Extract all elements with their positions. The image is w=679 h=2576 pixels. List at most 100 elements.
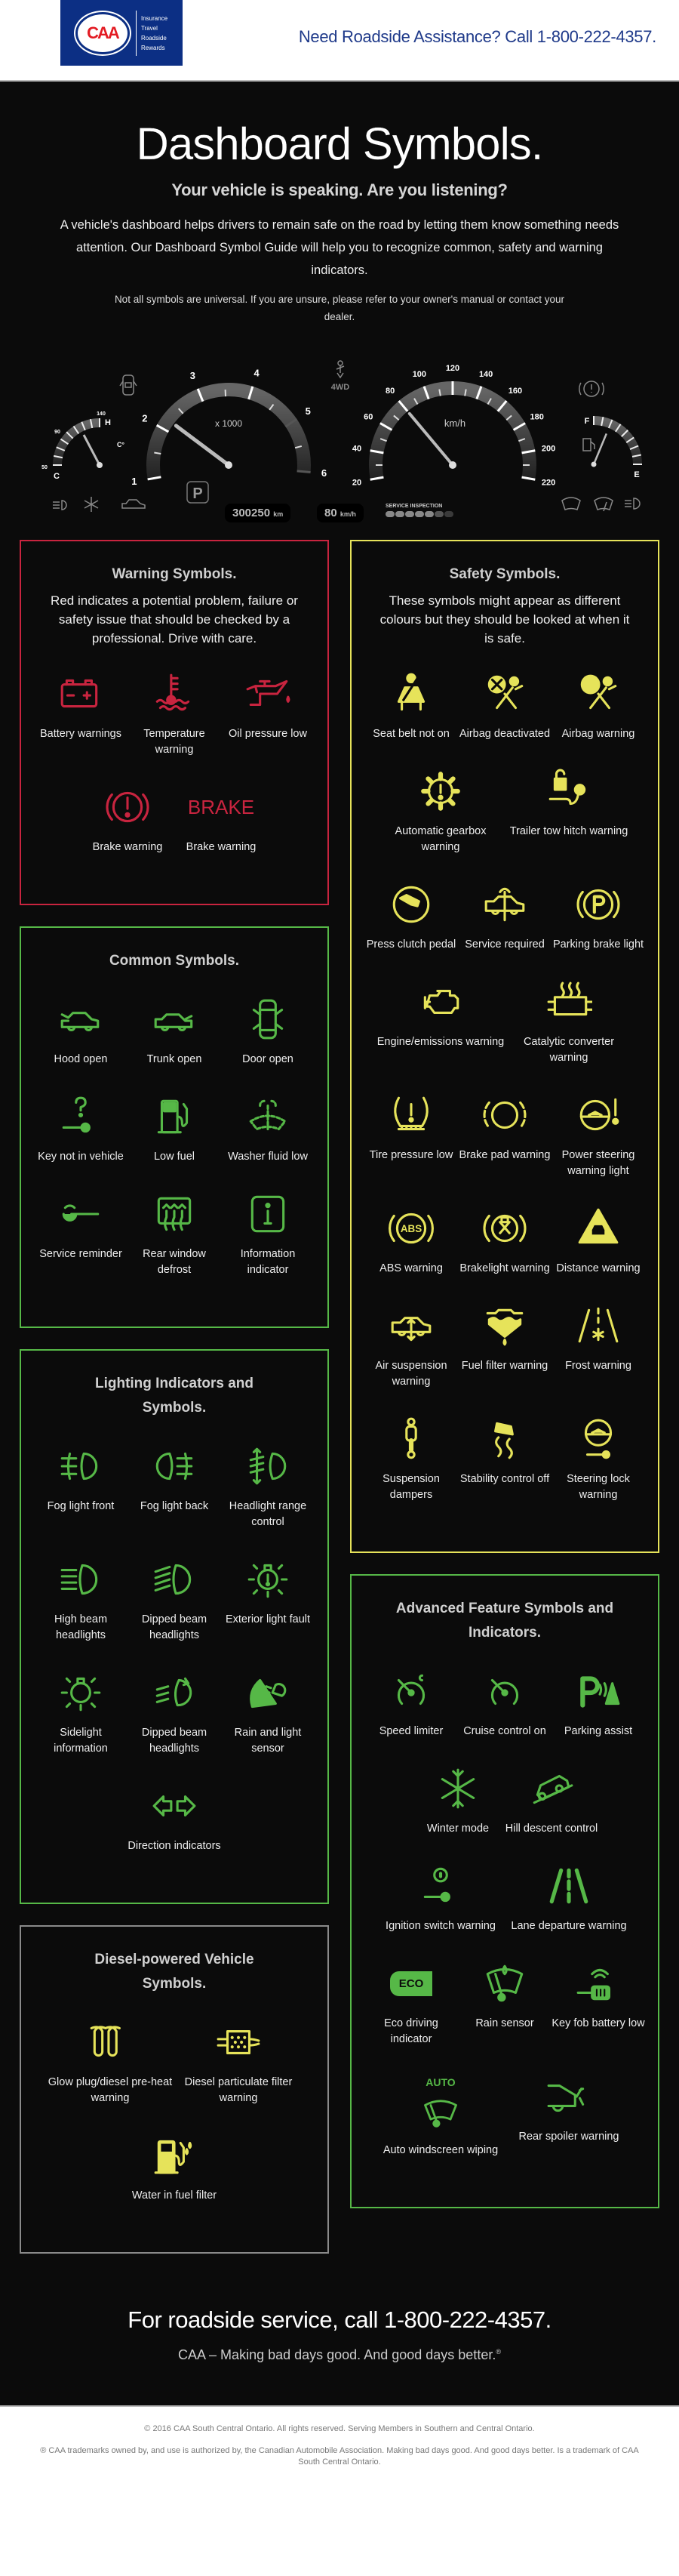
warning-symbol-label: Oil pressure low: [229, 728, 307, 740]
advanced-symbol-label: Rear spoiler warning: [518, 2131, 619, 2143]
common-symbol-item: Information indicator: [221, 1191, 315, 1278]
safety-symbol-item: Fuel filter warning: [458, 1302, 551, 1390]
lighting-symbol-grid: Fog light front Fog light back Headlight r…: [30, 1443, 318, 1880]
fuel-empty-label: E: [634, 470, 639, 479]
logo-service-rewards: Rewards: [141, 44, 165, 51]
common-symbol-item: Washer fluid low: [221, 1093, 315, 1165]
safety-symbol-item: Frost warning: [551, 1302, 645, 1390]
gauge-tick-label: 160: [508, 387, 522, 396]
lighting-symbol-label: Dipped beam headlights: [141, 1613, 207, 1641]
lighting-symbol-item: Rain and light sensor: [221, 1669, 315, 1757]
hill-descent-icon: [505, 1765, 598, 1812]
safety-symbol-label: Power steering warning light: [561, 1149, 635, 1177]
temp-hot-label: H: [105, 418, 111, 427]
disclaimer-note: Not all symbols are universal. If you ar…: [114, 294, 565, 322]
safety-symbol-item: Stability control off: [458, 1416, 551, 1503]
warning-symbol-item: Oil pressure low: [221, 670, 315, 758]
park-gear-indicator: P: [186, 481, 209, 504]
roadside-service-callout[interactable]: For roadside service, call 1-800-222-435…: [0, 2306, 679, 2334]
safety-symbol-item: Steering lock warning: [551, 1416, 645, 1503]
safety-symbol-item: Airbag warning: [551, 670, 645, 742]
fuel-arc: [593, 416, 642, 465]
service-inspection-segment: [444, 511, 453, 517]
gauge-tick-label: 180: [530, 413, 544, 422]
auto-wiper-icon: AUTO: [376, 2073, 505, 2134]
sidelight-icon: [34, 1669, 128, 1716]
eco-icon: ECO: [364, 1960, 458, 2007]
gauge-major-tick: [296, 470, 311, 473]
lighting-symbol-label: Fog light back: [140, 1500, 209, 1512]
common-symbol-item: Service reminder: [34, 1191, 128, 1278]
service-inspection-label: SERVICE INSPECTION: [386, 504, 443, 509]
common-symbol-grid: Hood open Trunk open Door open Key not in v…: [30, 996, 318, 1304]
safety-symbol-item: Airbag deactivated: [458, 670, 551, 742]
footer-cta: For roadside service, call 1-800-222-435…: [0, 2275, 679, 2398]
seatbelt-icon: [364, 670, 458, 717]
safety-symbol-label: Brake pad warning: [459, 1149, 551, 1161]
safety-symbol-label: Stability control off: [459, 1473, 550, 1485]
safety-symbol-label: Airbag warning: [561, 728, 635, 740]
lighting-symbol-label: Rain and light sensor: [234, 1727, 302, 1755]
gauge-tick-label: 100: [413, 370, 426, 379]
common-symbol-label: Washer fluid low: [228, 1151, 308, 1163]
snowflake-small-icon: [84, 497, 99, 512]
fuel-needle: [592, 433, 607, 465]
safety-symbol-label: Seat belt not on: [373, 728, 450, 740]
common-symbol-label: Service reminder: [39, 1248, 122, 1260]
common-symbol-label: Rear window defrost: [143, 1248, 206, 1276]
drive-mode-indicator: 4WD: [331, 383, 350, 392]
fuel-filter-icon: [458, 1302, 551, 1349]
lighting-symbol-item: Headlight range control: [221, 1443, 315, 1530]
brake-pad-icon: [458, 1092, 551, 1139]
safety-symbol-item: Press clutch pedal: [364, 881, 458, 953]
page-subtitle: Your vehicle is speaking. Are you listen…: [171, 180, 508, 199]
brake-text-icon: BRAKE: [174, 784, 268, 830]
advanced-symbol-label: Hill descent control: [505, 1823, 598, 1835]
gauge-tick-label: 60: [364, 413, 373, 422]
common-symbol-item: Low fuel: [128, 1093, 221, 1165]
safety-symbol-label: Air suspension warning: [375, 1360, 447, 1388]
right-column: Safety Symbols. These symbols might appe…: [350, 540, 659, 2275]
fog-back-icon: [128, 1443, 221, 1490]
common-symbol-label: Information indicator: [240, 1248, 296, 1276]
fuel-gauge: FE: [585, 416, 642, 479]
distance-icon: [551, 1205, 645, 1252]
lighting-symbol-label: Sidelight information: [54, 1727, 108, 1755]
advanced-symbol-grid: Speed limiter Cruise control on Parking as…: [361, 1668, 649, 2184]
fuel-hub: [591, 461, 597, 467]
parking-brake-icon: [551, 881, 645, 928]
roadside-assistance-cta[interactable]: Need Roadside Assistance? Call 1-800-222…: [299, 27, 656, 47]
safety-symbol-label: Frost warning: [565, 1360, 631, 1372]
temp-mid-label: 90: [54, 430, 60, 435]
common-symbol-item: Door open: [221, 996, 315, 1068]
advanced-symbol-label: Winter mode: [426, 1823, 490, 1835]
advanced-symbol-item: Key fob battery low: [551, 1960, 645, 2048]
lighting-symbol-item: Fog light back: [128, 1443, 221, 1530]
temp-hub: [97, 462, 103, 468]
common-symbol-label: Key not in vehicle: [38, 1151, 124, 1163]
speedometer: 20 40 60 80 100 120 140 160 180 200 220 km/h: [352, 364, 555, 487]
gauge-hub: [449, 461, 456, 469]
advanced-title: Advanced Feature Symbols and Indicators.: [395, 1601, 614, 1641]
advanced-symbol-item: AUTO Auto windscreen wiping: [376, 2073, 505, 2158]
suspension-damper-icon: [364, 1416, 458, 1462]
stability-off-icon: [458, 1416, 551, 1462]
abs-text: ABS: [401, 1223, 422, 1234]
caa-logo[interactable]: CAA Insurance Travel Roadside Rewards: [60, 0, 183, 66]
gauge-tick-label: 220: [542, 478, 555, 487]
air-suspension-icon: [364, 1302, 458, 1349]
gauge-needle: [174, 424, 231, 467]
safety-symbol-item: Automatic gearbox warning: [376, 768, 505, 855]
seatbelt-small-icon: [336, 360, 345, 379]
gauge-tick-label: 80: [386, 387, 395, 396]
logo-divider: [136, 10, 137, 56]
temp-max-label: 140: [97, 411, 106, 417]
tagline: CAA – Making bad days good. And good day…: [178, 2347, 501, 2362]
diesel-symbol-item: Water in fuel filter: [128, 2132, 221, 2204]
catalytic-icon: [505, 978, 633, 1025]
safety-symbol-label: Tire pressure low: [369, 1149, 453, 1161]
gauge-tick-label: 2: [142, 412, 147, 424]
steering-lock-icon: [551, 1416, 645, 1462]
left-column: Warning Symbols. Red indicates a potenti…: [20, 540, 329, 2275]
brake-circle-icon: [81, 784, 174, 830]
